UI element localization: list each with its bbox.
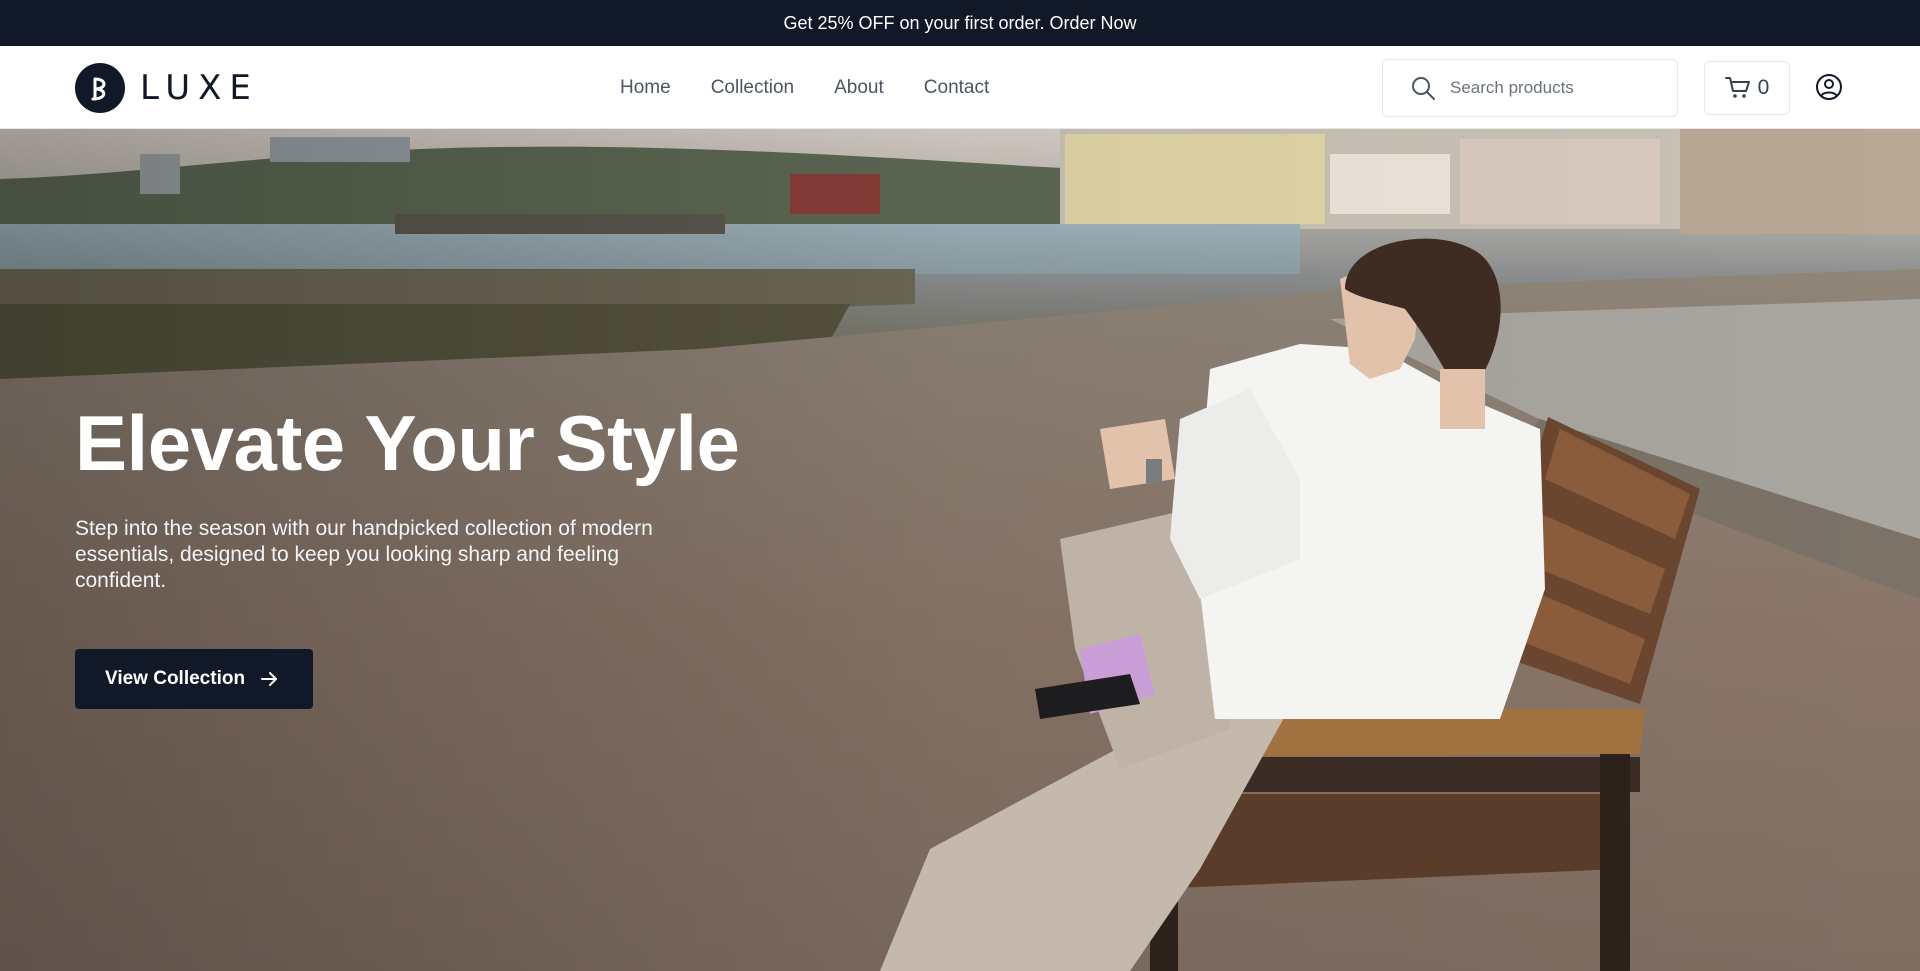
arrow-right-icon	[259, 669, 279, 689]
search-input[interactable]	[1450, 78, 1660, 98]
nav-item-about[interactable]: About	[834, 77, 884, 99]
logo-mark-icon	[75, 63, 125, 113]
cart-button[interactable]: 0	[1704, 61, 1790, 115]
cart-count: 0	[1757, 76, 1770, 99]
hero-section: Elevate Your Style Step into the season …	[0, 129, 1920, 971]
nav-item-contact[interactable]: Contact	[924, 77, 989, 99]
user-circle-icon	[1816, 74, 1842, 100]
brand-name: LUXE	[140, 68, 259, 108]
nav-item-collection[interactable]: Collection	[711, 77, 794, 99]
top-navbar: LUXE Home Collection About Contact 0	[0, 46, 1920, 129]
main-menu: Home Collection About Contact	[620, 46, 1029, 129]
hero-subtitle: Step into the season with our handpicked…	[75, 517, 653, 592]
announcement-text[interactable]: Get 25% OFF on your first order. Order N…	[783, 13, 1136, 34]
cta-label: View Collection	[105, 668, 246, 689]
hero-content: Elevate Your Style Step into the season …	[75, 404, 755, 709]
view-collection-button[interactable]: View Collection	[75, 649, 314, 709]
search-icon	[1410, 75, 1436, 101]
account-button[interactable]	[1815, 73, 1843, 101]
cart-icon	[1724, 76, 1751, 100]
search-box[interactable]	[1382, 59, 1678, 117]
brand-logo[interactable]: LUXE	[75, 63, 259, 113]
hero-title: Elevate Your Style	[75, 399, 740, 487]
announcement-bar[interactable]: Get 25% OFF on your first order. Order N…	[0, 0, 1920, 46]
nav-item-home[interactable]: Home	[620, 77, 671, 99]
